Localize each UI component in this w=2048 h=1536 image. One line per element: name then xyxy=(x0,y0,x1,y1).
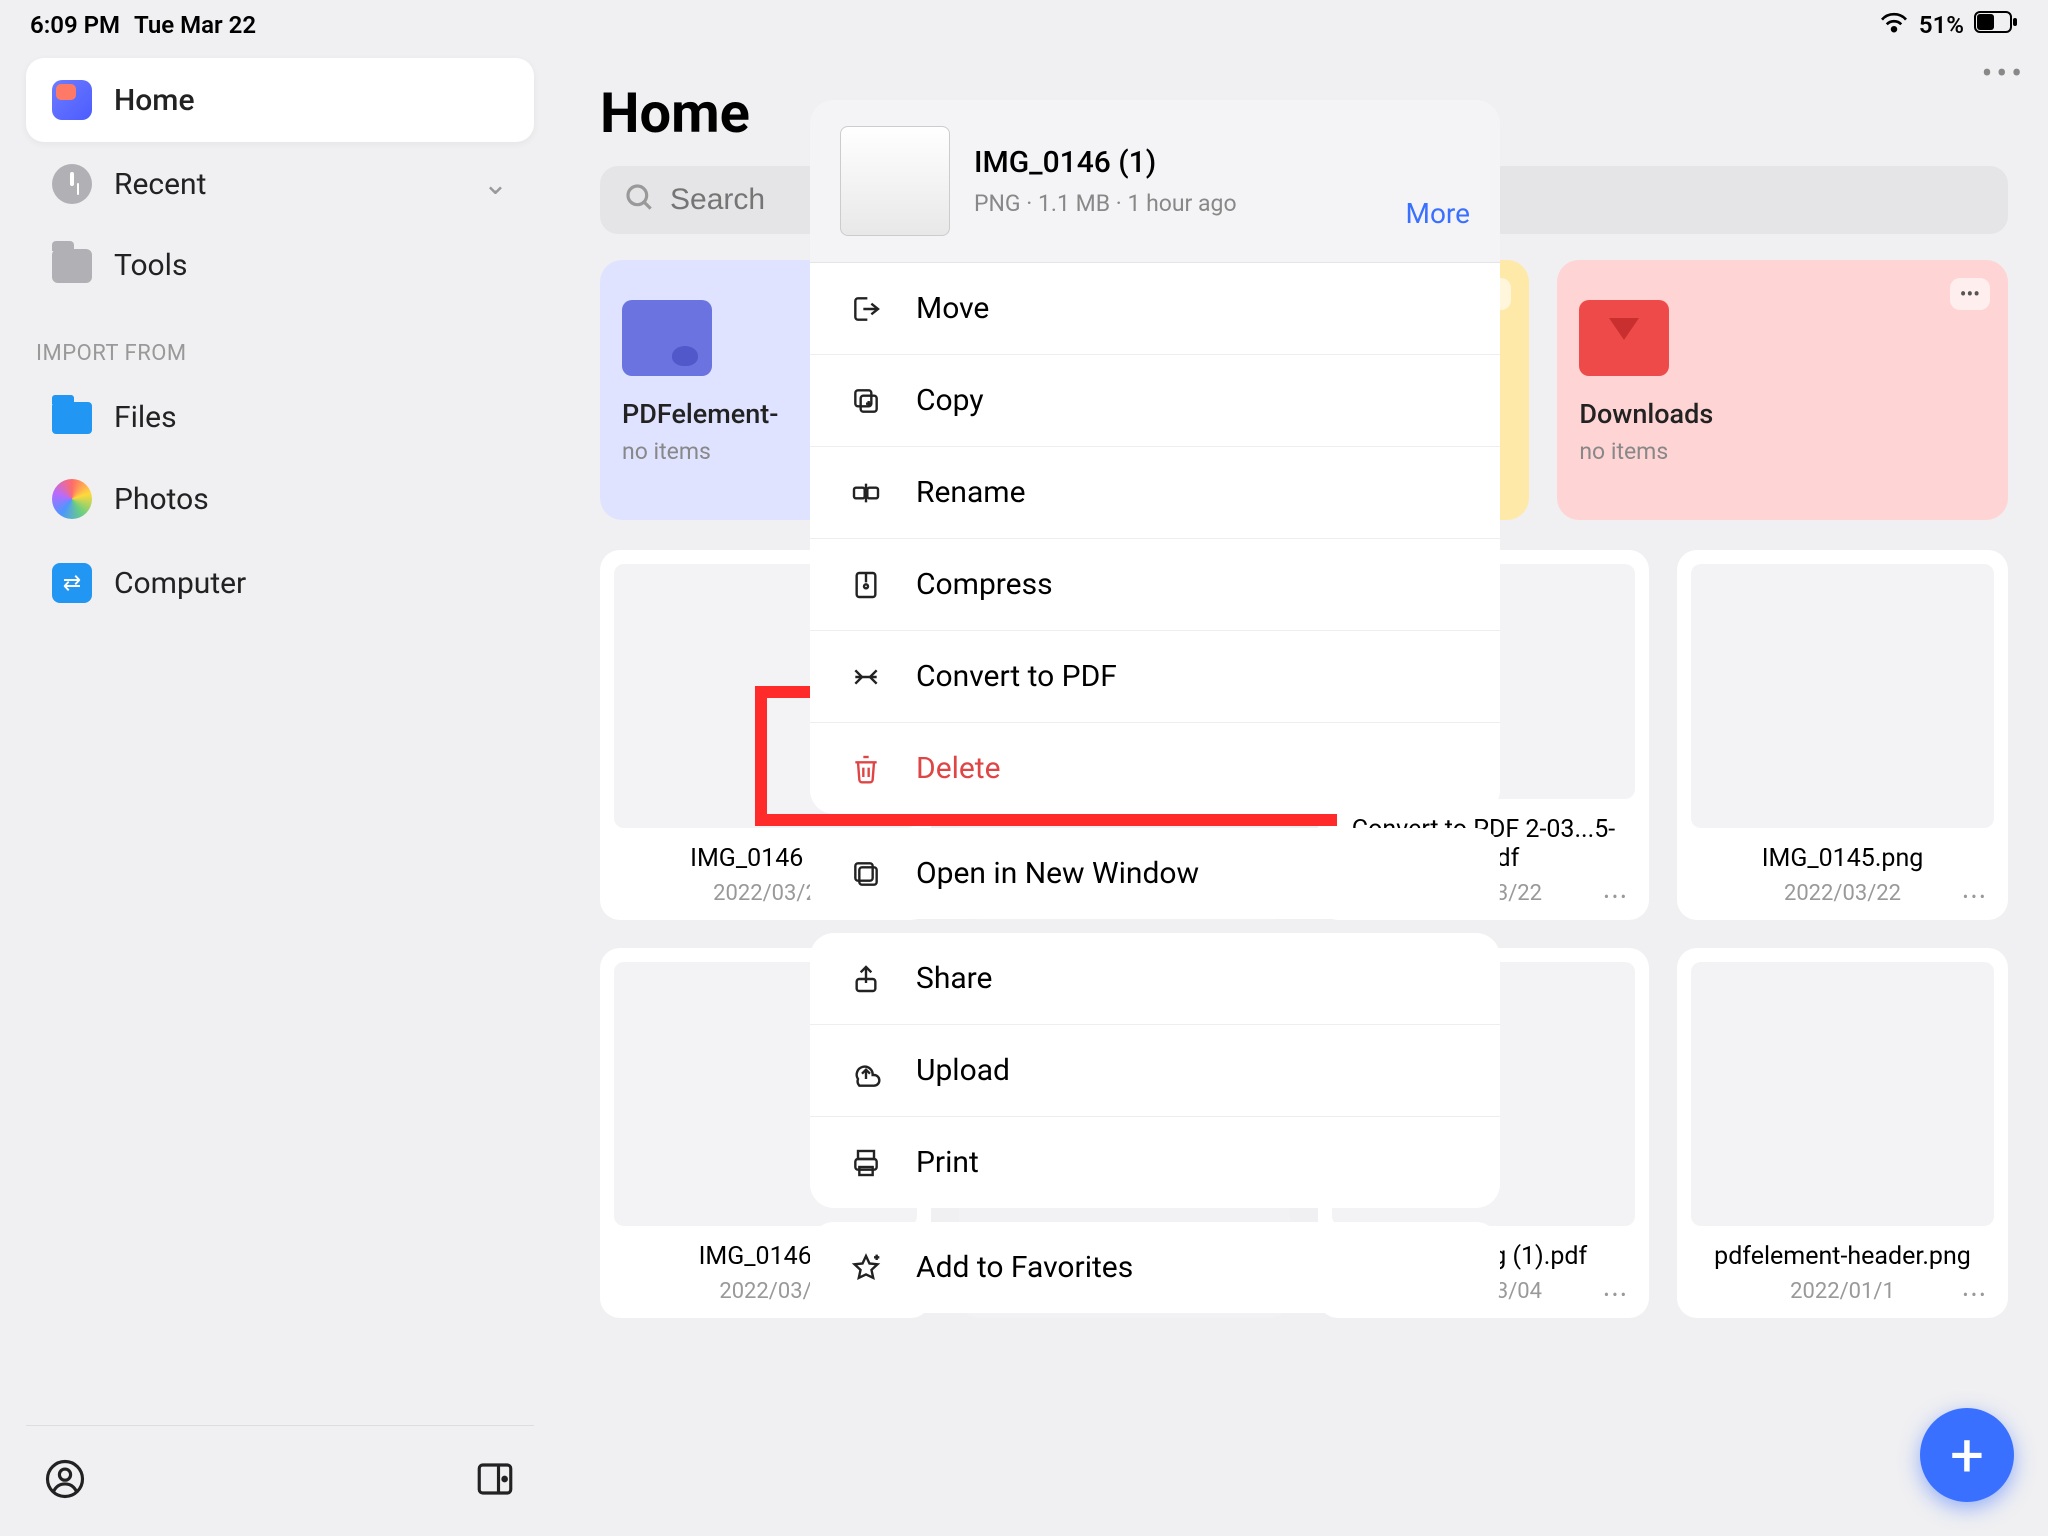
menu-label: Print xyxy=(916,1145,979,1180)
folder-more-icon[interactable]: ••• xyxy=(1950,278,1990,310)
battery-percent: 51% xyxy=(1919,11,1964,39)
menu-label: Share xyxy=(916,961,992,996)
status-time: 6:09 PM xyxy=(30,11,120,39)
menu-upload[interactable]: Upload xyxy=(810,1025,1500,1117)
menu-copy[interactable]: Copy xyxy=(810,355,1500,447)
menu-label: Delete xyxy=(916,751,1001,786)
copy-icon xyxy=(848,385,884,417)
share-icon xyxy=(848,963,884,995)
rename-icon xyxy=(848,477,884,509)
menu-label: Open in New Window xyxy=(916,856,1199,891)
convert-icon xyxy=(848,661,884,693)
file-more-icon[interactable]: ••• xyxy=(1604,887,1629,906)
compress-icon xyxy=(848,569,884,601)
sidebar-item-label: Recent xyxy=(114,167,206,202)
sidebar-item-recent[interactable]: Recent ⌄ xyxy=(26,142,534,226)
sidebar-item-label: Photos xyxy=(114,482,209,517)
upload-icon xyxy=(848,1055,884,1087)
file-name: IMG_0145.png xyxy=(1762,844,1924,873)
file-context-menu: IMG_0146 (1) PNG · 1.1 MB · 1 hour ago M… xyxy=(810,100,1500,1313)
download-folder-icon xyxy=(1579,300,1669,376)
sidebar-item-home[interactable]: Home xyxy=(26,58,534,142)
popup-more-link[interactable]: More xyxy=(1406,197,1471,236)
folder-card-downloads[interactable]: ••• Downloads no items xyxy=(1557,260,2008,520)
add-button[interactable]: + xyxy=(1920,1408,2014,1502)
file-more-icon[interactable]: ••• xyxy=(1963,887,1988,906)
menu-label: Upload xyxy=(916,1053,1010,1088)
menu-share[interactable]: Share xyxy=(810,933,1500,1025)
sidebar-collapse-icon[interactable] xyxy=(474,1458,516,1504)
file-date: 2022/03/ xyxy=(719,1279,811,1304)
print-icon xyxy=(848,1147,884,1179)
home-icon xyxy=(52,80,92,120)
move-icon xyxy=(848,293,884,325)
file-card[interactable]: pdfelement-header.png 2022/01/1 ••• xyxy=(1677,948,2008,1318)
battery-icon xyxy=(1974,11,2018,39)
wifi-icon xyxy=(1879,10,1909,40)
menu-rename[interactable]: Rename xyxy=(810,447,1500,539)
menu-convert-pdf[interactable]: Convert to PDF xyxy=(810,631,1500,723)
menu-add-favorites[interactable]: Add to Favorites xyxy=(810,1222,1500,1313)
sidebar-item-label: Computer xyxy=(114,566,246,601)
delete-icon xyxy=(848,753,884,785)
menu-label: Compress xyxy=(916,567,1053,602)
sidebar-item-tools[interactable]: Tools xyxy=(26,226,534,305)
file-more-icon[interactable]: ••• xyxy=(1963,1285,1988,1304)
file-more-icon[interactable]: ••• xyxy=(1604,1285,1629,1304)
file-date: 2022/03/2 xyxy=(713,881,818,906)
popup-file-title: IMG_0146 (1) xyxy=(974,145,1237,180)
popup-thumbnail xyxy=(840,126,950,236)
menu-delete[interactable]: Delete xyxy=(810,723,1500,814)
sidebar-item-label: Home xyxy=(114,83,195,118)
file-thumbnail xyxy=(1691,962,1994,1226)
tools-icon xyxy=(52,249,92,283)
sidebar-item-files[interactable]: Files xyxy=(26,378,534,457)
sidebar-item-computer[interactable]: ⇄ Computer xyxy=(26,541,534,625)
status-bar: 6:09 PM Tue Mar 22 51% xyxy=(0,0,2048,50)
clock-icon xyxy=(52,164,92,204)
computer-icon: ⇄ xyxy=(52,563,92,603)
window-icon xyxy=(848,858,884,890)
menu-open-new-window[interactable]: Open in New Window xyxy=(810,828,1500,919)
file-date: 2022/03/22 xyxy=(1784,881,1901,906)
account-icon[interactable] xyxy=(44,1458,86,1504)
sidebar: Home Recent ⌄ Tools IMPORT FROM Files Ph… xyxy=(0,50,560,1536)
sidebar-item-photos[interactable]: Photos xyxy=(26,457,534,541)
file-thumbnail xyxy=(1691,564,1994,828)
chevron-down-icon: ⌄ xyxy=(483,167,508,202)
popup-header: IMG_0146 (1) PNG · 1.1 MB · 1 hour ago M… xyxy=(810,100,1500,263)
menu-label: Add to Favorites xyxy=(916,1250,1133,1285)
sidebar-item-label: Files xyxy=(114,400,177,435)
menu-label: Convert to PDF xyxy=(916,659,1117,694)
file-name: pdfelement-header.png xyxy=(1714,1242,1971,1271)
photos-icon xyxy=(52,479,92,519)
menu-compress[interactable]: Compress xyxy=(810,539,1500,631)
menu-label: Copy xyxy=(916,383,984,418)
menu-move[interactable]: Move xyxy=(810,263,1500,355)
cloud-folder-icon xyxy=(622,300,712,376)
import-from-label: IMPORT FROM xyxy=(26,305,534,378)
status-date: Tue Mar 22 xyxy=(134,11,256,39)
folder-title: Downloads xyxy=(1579,398,1986,430)
folder-icon xyxy=(52,402,92,434)
folder-sub: no items xyxy=(1579,438,1986,465)
more-icon[interactable]: ••• xyxy=(1982,54,2026,92)
file-date: 2022/01/1 xyxy=(1790,1279,1895,1304)
menu-print[interactable]: Print xyxy=(810,1117,1500,1208)
star-icon xyxy=(848,1252,884,1284)
popup-file-meta: PNG · 1.1 MB · 1 hour ago xyxy=(974,190,1237,217)
file-card[interactable]: IMG_0145.png 2022/03/22 ••• xyxy=(1677,550,2008,920)
menu-label: Move xyxy=(916,291,989,326)
search-icon xyxy=(624,182,656,218)
sidebar-item-label: Tools xyxy=(114,248,187,283)
menu-label: Rename xyxy=(916,475,1026,510)
